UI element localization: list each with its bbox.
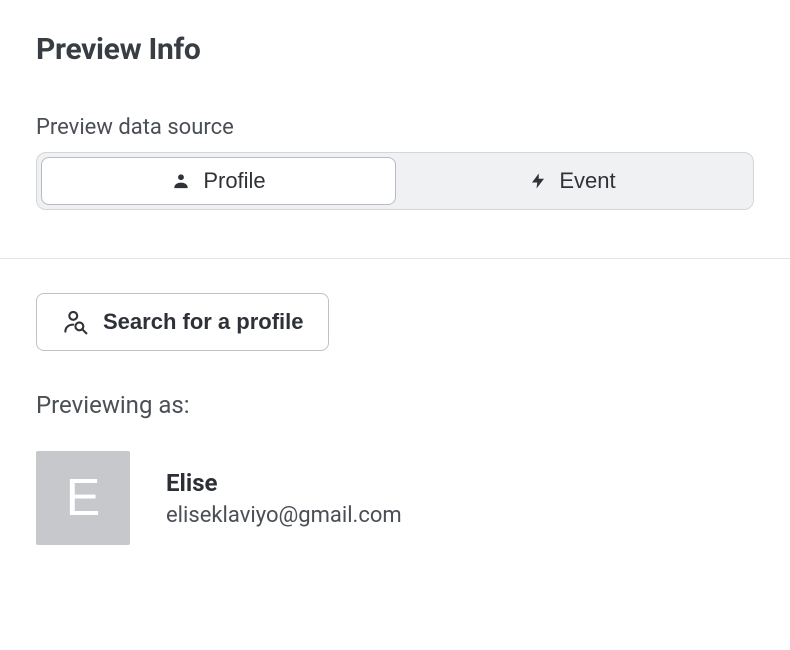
data-source-label: Preview data source [36,115,754,140]
previewing-label: Previewing as: [36,391,754,419]
person-icon [171,171,191,191]
segment-event[interactable]: Event [396,157,749,205]
search-profile-button-label: Search for a profile [103,309,304,335]
search-profile-button[interactable]: Search for a profile [36,293,329,351]
segment-event-label: Event [559,168,615,194]
section-divider [0,258,790,259]
avatar: E [36,451,130,545]
profile-card: E Elise eliseklaviyo@gmail.com [36,451,754,545]
page-title: Preview Info [36,32,754,67]
bolt-icon [529,170,547,192]
segment-profile[interactable]: Profile [41,157,396,205]
profile-email: eliseklaviyo@gmail.com [166,503,402,528]
profile-name: Elise [166,469,402,497]
data-source-segmented-control: Profile Event [36,152,754,210]
segment-profile-label: Profile [203,168,265,194]
profile-info: Elise eliseklaviyo@gmail.com [166,469,402,528]
person-search-icon [61,308,89,336]
